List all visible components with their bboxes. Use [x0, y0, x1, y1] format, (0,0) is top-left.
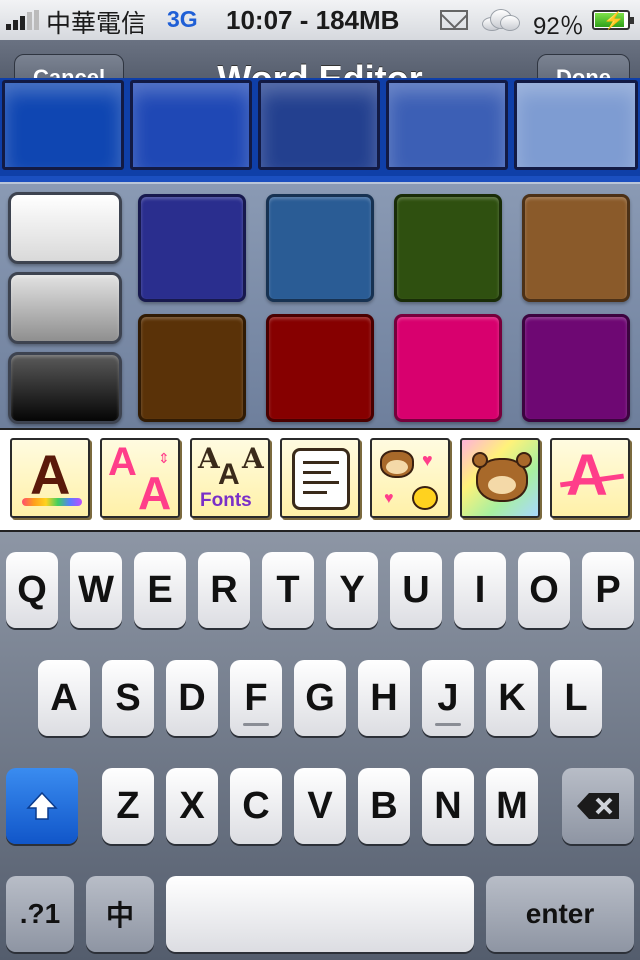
gray-swatch[interactable]	[8, 272, 122, 344]
key-p[interactable]: P	[582, 552, 634, 628]
text-style-button[interactable]: A	[550, 438, 630, 518]
palette-swatch[interactable]	[138, 314, 246, 422]
key-m[interactable]: M	[486, 768, 538, 844]
shift-arrow-icon	[26, 791, 58, 820]
palette-swatch[interactable]	[138, 194, 246, 302]
key-f[interactable]: F	[230, 660, 282, 736]
palette-swatch[interactable]	[266, 194, 374, 302]
bear-background-button[interactable]	[460, 438, 540, 518]
key-k[interactable]: K	[486, 660, 538, 736]
text-align-button[interactable]	[280, 438, 360, 518]
key-w[interactable]: W	[70, 552, 122, 628]
font-size-icon: A	[108, 440, 137, 484]
key-v[interactable]: V	[294, 768, 346, 844]
bear-stickers-button[interactable]: ♥ ♥	[370, 438, 450, 518]
palette-swatch[interactable]	[394, 194, 502, 302]
key-g[interactable]: G	[294, 660, 346, 736]
color-swatch[interactable]	[130, 80, 252, 170]
key-z[interactable]: Z	[102, 768, 154, 844]
color-swatch[interactable]	[2, 80, 124, 170]
fonts-icon: A	[198, 442, 220, 475]
key-e[interactable]: E	[134, 552, 186, 628]
selected-color-row	[0, 78, 640, 182]
key-a[interactable]: A	[38, 660, 90, 736]
home-row-marker	[243, 723, 269, 726]
key-i[interactable]: I	[454, 552, 506, 628]
fonts-label: Fonts	[200, 490, 252, 511]
palette-swatch[interactable]	[394, 314, 502, 422]
home-row-marker	[435, 723, 461, 726]
key-j[interactable]: J	[422, 660, 474, 736]
battery-charging-icon: ⚡	[592, 10, 634, 30]
key-t[interactable]: T	[262, 552, 314, 628]
key-u[interactable]: U	[390, 552, 442, 628]
gray-swatch[interactable]	[8, 192, 122, 264]
palette-swatch[interactable]	[522, 314, 630, 422]
network-type: 3G	[167, 6, 198, 32]
color-swatch[interactable]	[514, 80, 638, 170]
color-palette	[0, 182, 640, 428]
key-x[interactable]: X	[166, 768, 218, 844]
shift-key[interactable]	[6, 768, 78, 844]
color-swatch[interactable]	[258, 80, 380, 170]
language-key[interactable]: 中	[86, 876, 154, 952]
signal-bars-icon	[6, 10, 40, 30]
carrier-name: 中華電信	[46, 9, 147, 38]
palette-swatch[interactable]	[266, 314, 374, 422]
key-r[interactable]: R	[198, 552, 250, 628]
palette-swatch[interactable]	[522, 194, 630, 302]
backspace-key[interactable]	[562, 768, 634, 844]
key-y[interactable]: Y	[326, 552, 378, 628]
key-c[interactable]: C	[230, 768, 282, 844]
cloud-icon	[480, 9, 520, 31]
text-color-button[interactable]: A	[10, 438, 90, 518]
keyboard: QWERTYUIOP ASDFGHJKL ZXCVBNM .?1 中 enter	[0, 532, 640, 960]
key-o[interactable]: O	[518, 552, 570, 628]
color-swatch[interactable]	[386, 80, 508, 170]
notepad-lines-icon	[292, 448, 350, 510]
key-h[interactable]: H	[358, 660, 410, 736]
sticker-toolbar: A A A ⇕ A A A Fonts ♥ ♥ A	[0, 428, 640, 532]
backspace-icon	[577, 793, 619, 819]
key-l[interactable]: L	[550, 660, 602, 736]
key-q[interactable]: Q	[6, 552, 58, 628]
status-bar: 中華電信 3G 10:07 - 184MB 92％ ⚡	[0, 0, 640, 40]
gray-swatch[interactable]	[8, 352, 122, 424]
key-n[interactable]: N	[422, 768, 474, 844]
time-memory: 10:07 - 184MB	[226, 5, 400, 35]
key-d[interactable]: D	[166, 660, 218, 736]
fonts-button[interactable]: A A A Fonts	[190, 438, 270, 518]
mail-icon	[440, 10, 468, 30]
key-s[interactable]: S	[102, 660, 154, 736]
space-key[interactable]	[166, 876, 474, 952]
battery-percent: 92％	[533, 13, 584, 40]
text-size-button[interactable]: A A ⇕	[100, 438, 180, 518]
enter-key[interactable]: enter	[486, 876, 634, 952]
key-b[interactable]: B	[358, 768, 410, 844]
numbers-key[interactable]: .?1	[6, 876, 74, 952]
